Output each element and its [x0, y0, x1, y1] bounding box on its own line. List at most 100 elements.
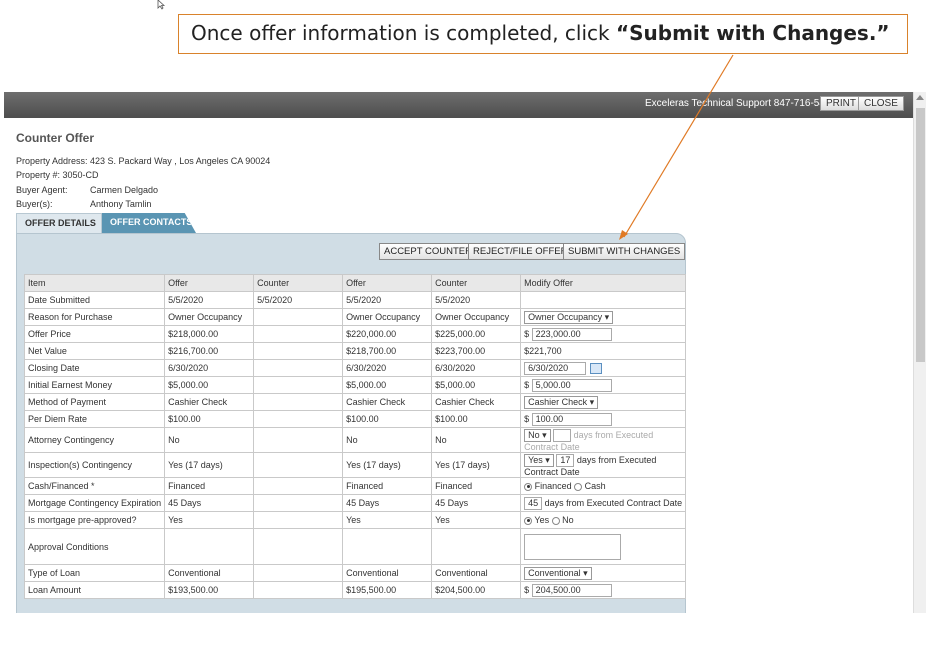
currency-symbol: $ [524, 379, 530, 390]
vertical-scrollbar[interactable] [913, 92, 926, 613]
table-row: Net Value $216,700.00 $218,700.00 $223,700.… [23, 342, 687, 360]
close-button[interactable]: CLOSE [858, 96, 904, 111]
radio-option-a[interactable] [524, 516, 533, 525]
cell-c1 [253, 427, 344, 453]
cell-modify: Financed Cash [520, 477, 687, 495]
cell-o2: $100.00 [342, 410, 433, 428]
modify-input[interactable]: 5,000.00 [531, 378, 612, 392]
cell-item: Approval Conditions [23, 528, 166, 565]
buyers-value: Anthony Tamlin [90, 199, 152, 209]
cell-c1 [253, 494, 344, 512]
table-row: Reason for Purchase Owner Occupancy Owner … [23, 308, 687, 326]
header-offer: Offer [164, 274, 255, 292]
table-row: Initial Earnest Money $5,000.00 $5,000.00 $… [23, 376, 687, 394]
days-label: days from Executed [576, 454, 657, 465]
currency-symbol: $ [524, 413, 530, 424]
property-address: Property Address: 423 S. Packard Way , L… [16, 156, 271, 166]
offer-table: Item Offer Counter Offer Counter Modify … [23, 274, 687, 599]
radio-label-a: Yes [534, 515, 550, 525]
cell-item: Is mortgage pre-approved? [23, 511, 166, 529]
days-input[interactable]: 45 [524, 496, 543, 510]
modify-select[interactable]: Owner Occupancy ▾ [524, 310, 614, 324]
cell-c2 [431, 528, 522, 565]
table-row: Offer Price $218,000.00 $220,000.00 $225,00… [23, 325, 687, 343]
closing-date-input[interactable]: 6/30/2020 [524, 361, 587, 375]
modify-value: $221,700 [524, 346, 562, 356]
currency-symbol: $ [524, 584, 530, 595]
table-row: Method of Payment Cashier Check Cashier Ch… [23, 393, 687, 411]
cell-c2: $5,000.00 [431, 376, 522, 394]
cell-o1: $218,000.00 [164, 325, 255, 343]
property-number: Property #: 3050-CD [16, 170, 99, 180]
cell-c2: $225,000.00 [431, 325, 522, 343]
radio-option-b[interactable] [551, 516, 560, 525]
support-phone: Exceleras Technical Support 847-716-5430 [645, 98, 837, 109]
tab-offer-contacts[interactable]: OFFER CONTACTS [102, 213, 196, 233]
cell-modify: Yes No [520, 511, 687, 529]
radio-label-a: Financed [534, 481, 572, 491]
radio-option-a[interactable] [524, 482, 533, 491]
modify-select[interactable]: Yes ▾ [524, 453, 554, 467]
cell-o2: 45 Days [342, 494, 433, 512]
header-counter: Counter [253, 274, 344, 292]
header-modify-offer: Modify Offer [520, 274, 687, 292]
cell-c1 [253, 452, 344, 478]
cell-modify: $ 100.00 [520, 410, 687, 428]
cell-o1: 6/30/2020 [164, 359, 255, 377]
cell-c1 [253, 376, 344, 394]
table-row: Type of Loan Conventional Conventional Conv… [23, 564, 687, 582]
modify-input[interactable]: 204,500.00 [531, 583, 612, 597]
cell-o1: $193,500.00 [164, 581, 255, 599]
cell-c1 [253, 325, 344, 343]
cell-item: Closing Date [23, 359, 166, 377]
modify-input[interactable]: 223,000.00 [531, 327, 612, 341]
scroll-up-icon[interactable] [916, 95, 924, 100]
cell-o2: $220,000.00 [342, 325, 433, 343]
cell-item: Mortgage Contingency Expiration [23, 494, 166, 512]
scroll-thumb[interactable] [916, 108, 925, 362]
cell-o1: Yes [164, 511, 255, 529]
cell-item: Per Diem Rate [23, 410, 166, 428]
cell-modify: $221,700 [520, 342, 687, 360]
cell-o1: $5,000.00 [164, 376, 255, 394]
cell-c1 [253, 308, 344, 326]
calendar-icon[interactable] [590, 362, 603, 374]
modify-input[interactable]: 100.00 [531, 412, 612, 426]
cell-c2: 45 Days [431, 494, 522, 512]
cell-o1: Cashier Check [164, 393, 255, 411]
cell-c2: $100.00 [431, 410, 522, 428]
cell-modify: $ 5,000.00 [520, 376, 687, 394]
days-input[interactable]: 17 [556, 453, 575, 467]
modify-select[interactable]: Cashier Check ▾ [524, 395, 599, 409]
header-item: Item [23, 274, 166, 292]
cell-modify: Yes ▾ 17 days from Executed Contract Date [520, 452, 687, 478]
modify-select[interactable]: Conventional ▾ [524, 566, 592, 580]
cell-o2: $195,500.00 [342, 581, 433, 599]
callout-emphasis: “Submit with Changes.” [615, 21, 890, 45]
cell-c2: Financed [431, 477, 522, 495]
modify-select[interactable]: No ▾ [524, 428, 551, 442]
days-input[interactable] [553, 428, 572, 442]
reject-file-offer-button[interactable]: REJECT/FILE OFFER [468, 243, 573, 260]
days-label-2: Contract Date [524, 441, 580, 452]
tab-offer-details[interactable]: OFFER DETAILS [16, 213, 102, 233]
submit-with-changes-button[interactable]: SUBMIT WITH CHANGES [563, 243, 686, 260]
cell-o1: $100.00 [164, 410, 255, 428]
callout-text: Once offer information is completed, cli… [191, 21, 616, 45]
buyers: Buyer(s): Anthony Tamlin [16, 199, 151, 209]
days-label: days from Executed Contract Date [544, 497, 683, 508]
cell-o1: 45 Days [164, 494, 255, 512]
accept-counter-button[interactable]: ACCEPT COUNTER [379, 243, 477, 260]
page-title: Counter Offer [16, 131, 94, 145]
approval-conditions-textarea[interactable] [524, 533, 622, 560]
radio-option-b[interactable] [574, 482, 583, 491]
window-top-bar: Exceleras Technical Support 847-716-5430… [4, 92, 913, 118]
cell-o2: No [342, 427, 433, 453]
cell-item: Attorney Contingency [23, 427, 166, 453]
cell-c2: 5/5/2020 [431, 291, 522, 309]
days-label: days from Executed [573, 429, 654, 440]
print-button[interactable]: PRINT [820, 96, 862, 111]
cell-item: Initial Earnest Money [23, 376, 166, 394]
currency-symbol: $ [524, 328, 530, 339]
cell-o2: Yes (17 days) [342, 452, 433, 478]
